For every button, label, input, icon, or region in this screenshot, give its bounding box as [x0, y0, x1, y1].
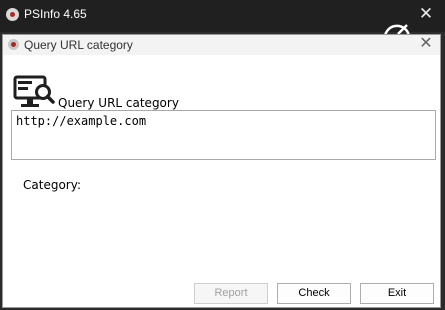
query-url-dialog: Query URL category ✕ Query URL category … [2, 34, 441, 308]
close-icon[interactable]: ✕ [417, 34, 435, 54]
report-button[interactable]: Report [194, 283, 268, 304]
parent-title-bar: PSInfo 4.65 ✕ [0, 0, 445, 32]
dialog-heading: Query URL category [58, 96, 179, 110]
app-logo-icon [6, 8, 19, 21]
url-input[interactable]: http://example.com [11, 110, 436, 160]
dialog-title: Query URL category [24, 38, 133, 52]
category-label: Category: [23, 178, 81, 192]
dialog-app-icon [8, 39, 19, 50]
check-button[interactable]: Check [277, 283, 351, 304]
dialog-title-bar: Query URL category ✕ [3, 35, 440, 55]
exit-button[interactable]: Exit [360, 283, 434, 304]
query-url-icon [13, 75, 55, 107]
parent-window-title: PSInfo 4.65 [24, 7, 87, 21]
parent-close-icon[interactable]: ✕ [416, 3, 436, 25]
